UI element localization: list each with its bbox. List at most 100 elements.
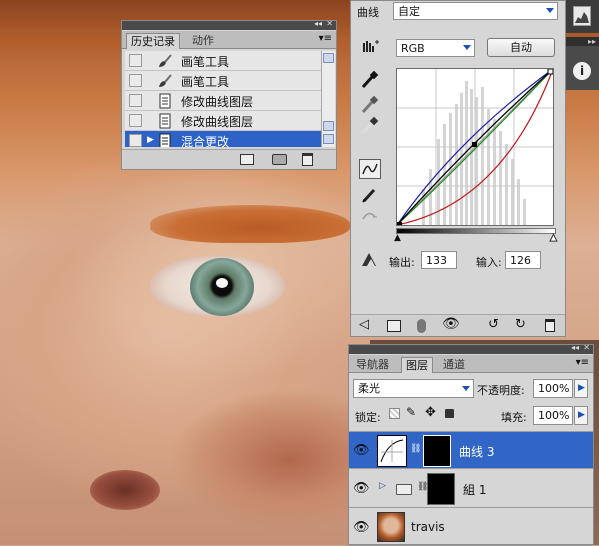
history-snapshot-checkbox[interactable] [129, 74, 142, 87]
history-snapshot-checkbox[interactable] [129, 94, 142, 107]
dock-top [566, 0, 599, 33]
opacity-field[interactable]: 100% [533, 379, 573, 398]
lock-transparent-icon[interactable] [389, 408, 400, 419]
history-item-label: 画笔工具 [181, 55, 230, 69]
layer-mask-thumbnail[interactable] [423, 435, 451, 467]
panel-menu-icon[interactable]: ▾≡ [319, 33, 332, 44]
reset-icon[interactable]: ↻ [515, 317, 526, 332]
history-panel-titlebar[interactable]: ◂◂ ✕ [122, 19, 336, 30]
lock-all-icon[interactable] [445, 409, 454, 418]
document-icon [157, 113, 173, 129]
histogram-icon[interactable] [573, 6, 591, 26]
tab-channels[interactable]: 通道 [439, 357, 469, 373]
curve-point-tool-icon[interactable] [359, 159, 381, 179]
history-snapshot-checkbox[interactable] [129, 134, 142, 147]
history-item[interactable]: 画笔工具 [125, 71, 321, 91]
gray-point-eyedropper-icon[interactable] [359, 94, 381, 114]
brush-icon [157, 53, 173, 69]
layer-row-group[interactable]: 👁 ▷ ⛓ 組 1 [349, 470, 593, 508]
tab-actions[interactable]: 动作 [188, 33, 218, 49]
layer-name[interactable]: 組 1 [463, 481, 486, 498]
layers-panel-titlebar[interactable]: ◂◂ ✕ [349, 343, 593, 354]
history-snapshot-checkbox[interactable] [129, 114, 142, 127]
channel-dropdown[interactable]: RGB [396, 39, 475, 57]
black-slider-icon[interactable]: ▲ [394, 233, 401, 243]
curves-adjustment-thumbnail-icon[interactable] [377, 435, 407, 467]
history-item[interactable]: 修改曲线图层 [125, 91, 321, 111]
visibility-eye-icon[interactable]: 👁 [353, 443, 373, 459]
on-image-adjust-icon[interactable] [359, 38, 381, 58]
fill-slider-toggle[interactable]: ▶ [574, 406, 588, 425]
camera-snapshot-icon[interactable] [272, 154, 287, 165]
dock-collapse-icon[interactable]: ▸▸ [566, 37, 599, 46]
new-document-from-state-icon[interactable] [240, 154, 254, 165]
trash-icon[interactable] [302, 153, 313, 166]
layer-thumbnail-photo[interactable] [377, 512, 405, 542]
collapse-icon[interactable]: ◂◂ [571, 343, 579, 352]
expanded-view-icon[interactable] [387, 320, 401, 332]
visibility-eye-icon[interactable]: 👁 [353, 481, 373, 497]
close-icon[interactable]: ✕ [326, 19, 333, 28]
eyebrow [150, 205, 350, 243]
history-scrollbar[interactable] [321, 51, 335, 147]
history-item-selected[interactable]: ▶ 混合更改 [125, 131, 321, 147]
history-state-pointer-icon: ▶ [147, 135, 154, 145]
tab-navigator[interactable]: 导航器 [352, 357, 393, 373]
layer-name[interactable]: travis [411, 520, 445, 534]
layer-name[interactable]: 曲线 3 [459, 443, 494, 460]
adjustment-type-label: 曲线 [357, 6, 379, 19]
dock-info: ▸▸ i [566, 37, 599, 90]
history-item[interactable]: 修改曲线图层 [125, 111, 321, 131]
curve-point-mid[interactable] [472, 142, 477, 147]
visibility-eye-icon[interactable]: 👁 [353, 520, 373, 536]
white-point-eyedropper-icon[interactable] [359, 115, 381, 135]
expand-triangle-icon[interactable]: ▷ [379, 481, 386, 491]
view-previous-state-icon[interactable]: ↺ [488, 317, 499, 332]
chevron-down-icon [546, 8, 554, 13]
adjustments-panel: 曲线 自定 RGB 自动 ▲ ▲ 输出: 133 输入: 126 ◁ 👁 ↺ ↻ [350, 0, 566, 337]
curve-point-black[interactable] [397, 222, 402, 225]
blend-mode-dropdown[interactable]: 柔光 [353, 379, 474, 398]
chevron-down-icon [463, 45, 471, 50]
output-field[interactable]: 133 [421, 251, 457, 269]
clipping-warning-icon[interactable] [361, 251, 379, 267]
tab-history[interactable]: 历史记录 [126, 33, 180, 49]
smooth-curve-icon[interactable] [359, 205, 381, 225]
preset-dropdown[interactable]: 自定 [393, 2, 558, 20]
trash-icon[interactable] [545, 319, 555, 332]
scroll-up-icon[interactable] [323, 53, 334, 63]
auto-button[interactable]: 自动 [487, 38, 555, 57]
back-arrow-icon[interactable]: ◁ [359, 317, 369, 332]
info-icon[interactable]: i [573, 62, 591, 80]
mask-link-icon[interactable]: ⛓ [410, 444, 421, 454]
tab-layers[interactable]: 图层 [401, 357, 433, 373]
history-snapshot-checkbox[interactable] [129, 54, 142, 67]
curves-graph[interactable] [396, 68, 554, 226]
output-label: 输出: [389, 256, 415, 269]
adjustments-footer: ◁ 👁 ↺ ↻ [351, 314, 565, 336]
lock-position-move-icon[interactable]: ✥ [425, 405, 436, 420]
black-point-eyedropper-icon[interactable] [359, 69, 381, 89]
white-slider-icon[interactable]: ▲ [550, 233, 558, 244]
input-field[interactable]: 126 [505, 251, 541, 269]
scroll-down-icon[interactable] [323, 134, 334, 144]
clip-to-layer-icon[interactable] [417, 319, 426, 333]
pencil-icon[interactable] [359, 184, 381, 204]
layers-tabs: 导航器 图层 通道 ▾≡ [349, 355, 593, 373]
close-icon[interactable]: ✕ [583, 343, 590, 352]
curve-point-white[interactable] [547, 69, 553, 75]
visibility-eye-icon[interactable]: 👁 [442, 316, 460, 332]
collapse-icon[interactable]: ◂◂ [314, 19, 322, 28]
fill-field[interactable]: 100% [533, 406, 573, 425]
layer-mask-thumbnail[interactable] [427, 473, 455, 505]
panel-menu-icon[interactable]: ▾≡ [576, 357, 589, 368]
preset-value: 自定 [398, 5, 420, 18]
scroll-thumb[interactable] [323, 121, 334, 131]
history-list: 画笔工具 画笔工具 修改曲线图层 修改曲线图层 ▶ 混合更改 [125, 51, 321, 147]
layer-row-curves[interactable]: 👁 ⛓ 曲线 3 [349, 431, 593, 469]
history-item[interactable]: 画笔工具 [125, 51, 321, 71]
lock-image-brush-icon[interactable]: ✎ [406, 405, 416, 419]
opacity-slider-toggle[interactable]: ▶ [574, 379, 588, 398]
chevron-right-icon: ▶ [578, 383, 585, 393]
layer-row-travis[interactable]: 👁 travis [349, 509, 593, 546]
